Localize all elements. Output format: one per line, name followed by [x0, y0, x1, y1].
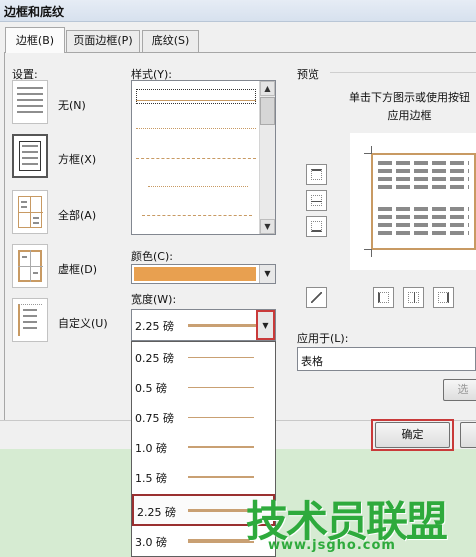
color-swatch — [134, 267, 256, 281]
width-value: 2.25 磅 — [135, 320, 174, 333]
setting-custom-thumb[interactable] — [12, 298, 48, 342]
setting-all-thumb[interactable] — [12, 190, 48, 234]
style-list[interactable]: ▲ ▼ — [131, 80, 276, 235]
width-label: 宽度(W): — [131, 293, 177, 306]
style-scrollbar[interactable]: ▲ ▼ — [259, 81, 275, 234]
apply-to-combo[interactable]: 表格 — [297, 347, 476, 371]
scroll-down-icon[interactable]: ▼ — [260, 219, 275, 234]
chevron-down-icon[interactable]: ▼ — [259, 265, 275, 283]
style-none-item[interactable] — [136, 89, 256, 104]
border-inside-h-button[interactable] — [306, 190, 327, 211]
watermark-url: www.jsgho.com — [268, 538, 396, 553]
width-option-05[interactable]: 0.5 磅 — [132, 372, 275, 402]
width-combo[interactable]: 2.25 磅 ▼ — [131, 309, 276, 341]
color-combo[interactable]: ▼ — [131, 264, 276, 284]
style-dotted-item[interactable] — [136, 128, 256, 129]
border-left-button[interactable] — [373, 287, 394, 308]
cancel-button[interactable] — [460, 422, 476, 448]
width-option-025[interactable]: 0.25 磅 — [132, 342, 275, 372]
apply-to-label: 应用于(L): — [297, 332, 349, 345]
preview-label: 预览 — [297, 68, 319, 81]
setting-all-label[interactable]: 全部(A) — [58, 207, 96, 223]
setting-grid-thumb[interactable] — [12, 244, 48, 288]
setting-none-label[interactable]: 无(N) — [58, 97, 86, 113]
setting-grid-label[interactable]: 虚框(D) — [58, 261, 97, 277]
ok-button[interactable]: 确定 — [375, 422, 450, 448]
window-title: 边框和底纹 — [4, 5, 65, 19]
tab-borders[interactable]: 边框(B) — [5, 27, 65, 53]
scroll-up-icon[interactable]: ▲ — [260, 81, 275, 96]
setting-custom-label[interactable]: 自定义(U) — [58, 315, 108, 331]
width-preview-line — [188, 324, 256, 327]
border-right-button[interactable] — [433, 287, 454, 308]
width-option-10[interactable]: 1.0 磅 — [132, 432, 275, 462]
tab-page-border[interactable]: 页面边框(P) — [66, 30, 140, 52]
border-top-button[interactable] — [306, 164, 327, 185]
setting-box-label[interactable]: 方框(X) — [58, 151, 96, 167]
setting-none-thumb[interactable] — [12, 80, 48, 124]
watermark: 技术员联盟 www.jsgho.com — [246, 488, 476, 557]
preview-table-border — [371, 153, 476, 250]
border-inside-v-button[interactable] — [403, 287, 424, 308]
style-fine-dotted-item[interactable] — [148, 186, 248, 187]
watermark-text: 技术员联盟 — [246, 497, 448, 546]
style-dashed-item[interactable] — [142, 215, 252, 216]
preview-group-line — [330, 72, 476, 73]
tab-shading[interactable]: 底纹(S) — [142, 30, 199, 52]
border-bottom-button[interactable] — [306, 216, 327, 237]
style-solid-item[interactable] — [136, 100, 256, 101]
style-dashdot-item[interactable] — [136, 158, 256, 159]
preview-area[interactable] — [350, 133, 476, 270]
apply-to-value: 表格 — [301, 355, 323, 368]
scroll-thumb[interactable] — [260, 97, 275, 125]
diagonal-down-button[interactable] — [306, 287, 327, 308]
setting-box-thumb[interactable] — [12, 134, 48, 178]
color-label: 颜色(C): — [131, 250, 173, 263]
width-dropdown-button[interactable]: ▼ — [256, 310, 275, 340]
options-button[interactable]: 选 — [443, 379, 476, 401]
title-bar: 边框和底纹 — [0, 0, 476, 22]
width-option-075[interactable]: 0.75 磅 — [132, 402, 275, 432]
preview-instruction: 单击下方图示或使用按钮 应用边框 — [349, 91, 470, 122]
